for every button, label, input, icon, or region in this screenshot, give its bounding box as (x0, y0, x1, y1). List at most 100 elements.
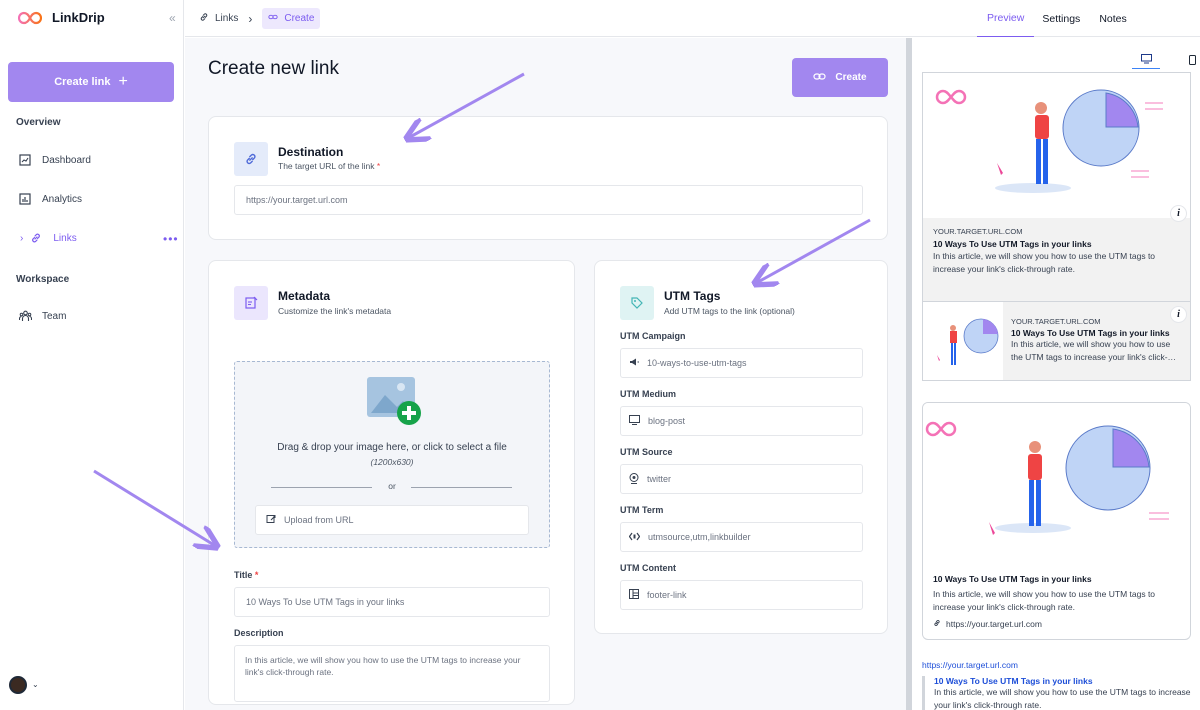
breadcrumb-links[interactable]: Links (199, 12, 238, 25)
description-label: Description (234, 628, 284, 638)
preview-card-compact: YOUR.TARGET.URL.COM 10 Ways To Use UTM T… (922, 301, 1191, 381)
sidebar-item-label: Analytics (42, 193, 83, 205)
utm-term-label: UTM Term (620, 505, 664, 515)
utm-term-input[interactable]: utmsource,utm,linkbuilder (620, 522, 863, 552)
utm-subtitle: Add UTM tags to the link (optional) (664, 306, 795, 316)
team-icon (18, 310, 32, 322)
top-bar: Links › Create Preview Settings Notes (185, 0, 1200, 37)
utm-content-label: UTM Content (620, 563, 676, 573)
link-icon (199, 12, 209, 25)
destination-card: Destination The target URL of the link *… (208, 116, 888, 240)
description-textarea[interactable]: In this article, we will show you how to… (234, 645, 550, 702)
breadcrumb-links-label: Links (215, 13, 239, 24)
preview-card-large: YOUR.TARGET.URL.COM 10 Ways To Use UTM T… (922, 72, 1191, 322)
preview-description: In this article, we will show you how to… (1011, 339, 1177, 362)
dashboard-icon (18, 154, 32, 166)
breadcrumb-current-label: Create (284, 13, 315, 24)
chevron-down-icon[interactable]: ⌄ (32, 680, 39, 689)
utm-campaign-input[interactable]: 10-ways-to-use-utm-tags (620, 348, 863, 378)
destination-link-icon (234, 142, 268, 176)
tab-notes[interactable]: Notes (1090, 0, 1135, 37)
create-button-label: Create (835, 72, 867, 83)
preview-url-row: https://your.target.url.com (933, 618, 1180, 631)
sidebar-item-dashboard[interactable]: Dashboard (18, 150, 91, 170)
preview-card-body: 10 Ways To Use UTM Tags in your links In… (923, 563, 1190, 639)
preview-card-rounded: 10 Ways To Use UTM Tags in your links In… (922, 402, 1191, 640)
tag-icon (620, 286, 654, 320)
destination-url-input[interactable]: https://your.target.url.com (234, 185, 863, 215)
overview-label: Overview (16, 117, 61, 128)
utm-medium-input[interactable]: blog-post (620, 406, 863, 436)
sidebar-item-label: Links (53, 232, 77, 244)
utm-campaign-label: UTM Campaign (620, 331, 686, 341)
desktop-view-button[interactable] (1132, 50, 1160, 69)
create-link-button[interactable]: Create link + (8, 62, 174, 102)
dropzone-text: Drag & drop your image here, or click to… (277, 442, 507, 453)
preview-title: 10 Ways To Use UTM Tags in your links (1011, 328, 1170, 338)
utm-card: UTM Tags Add UTM tags to the link (optio… (594, 260, 888, 634)
utm-source-input[interactable]: twitter (620, 464, 863, 494)
tab-settings[interactable]: Settings (1034, 0, 1090, 37)
preview-title[interactable]: 10 Ways To Use UTM Tags in your links (934, 676, 1191, 686)
preview-quote: 10 Ways To Use UTM Tags in your links In… (922, 676, 1191, 710)
preview-compact-body: YOUR.TARGET.URL.COM 10 Ways To Use UTM T… (1003, 302, 1190, 380)
utm-title: UTM Tags (664, 289, 721, 303)
sidebar-item-links[interactable]: › Links (18, 228, 77, 248)
preview-url-link[interactable]: https://your.target.url.com (922, 660, 1191, 670)
panel-tabs: Preview Settings Notes (977, 0, 1136, 37)
mobile-view-button[interactable] (1178, 50, 1200, 69)
sidebar-item-label: Team (42, 310, 67, 322)
utm-content-input[interactable]: footer-link (620, 580, 863, 610)
workspace-label: Workspace (16, 274, 70, 285)
app: LinkDrip « Create link + Overview Dashbo… (0, 0, 1200, 710)
metadata-title: Metadata (278, 289, 331, 303)
destination-title: Destination (278, 145, 344, 159)
brand-name: LinkDrip (52, 10, 105, 25)
preview-image (923, 73, 1190, 213)
logo-icon (18, 11, 42, 24)
info-icon[interactable]: i (1170, 306, 1187, 323)
tab-preview[interactable]: Preview (977, 0, 1035, 37)
preview-image (923, 403, 1190, 558)
add-image-icon (367, 377, 421, 425)
link-plus-icon (813, 72, 827, 84)
plus-icon: + (118, 73, 128, 90)
required-marker: * (376, 161, 381, 171)
preview-description: In this article, we will show you how to… (933, 251, 1156, 274)
collapse-sidebar-icon[interactable]: « (169, 11, 176, 25)
utm-campaign-value: 10-ways-to-use-utm-tags (647, 358, 747, 368)
preview-description: In this article, we will show you how to… (934, 687, 1191, 710)
preview-domain: YOUR.TARGET.URL.COM (933, 227, 1023, 236)
sidebar-item-label: Dashboard (42, 154, 91, 166)
divider (411, 487, 512, 488)
link-icon (29, 232, 43, 244)
preview-title: 10 Ways To Use UTM Tags in your links (933, 239, 1092, 249)
preview-description: In this article, we will show you how to… (933, 589, 1156, 612)
more-options-icon[interactable]: ••• (163, 232, 179, 246)
analytics-icon (18, 193, 32, 205)
sidebar-item-team[interactable]: Team (18, 306, 66, 326)
layout-icon (629, 589, 639, 601)
chevron-right-icon: › (20, 232, 24, 244)
info-icon[interactable]: i (1170, 205, 1187, 222)
create-button[interactable]: Create (792, 58, 888, 97)
title-label-text: Title (234, 570, 253, 580)
image-dropzone[interactable]: Drag & drop your image here, or click to… (234, 361, 550, 548)
link-icon (933, 618, 941, 631)
preview-text-card: https://your.target.url.com 10 Ways To U… (922, 660, 1191, 710)
chevron-right-icon: › (248, 11, 253, 26)
utm-source-value: twitter (647, 474, 672, 484)
monitor-icon (629, 415, 640, 427)
title-input-value: 10 Ways To Use UTM Tags in your links (246, 597, 405, 607)
avatar[interactable] (9, 676, 27, 694)
destination-subtitle-text: The target URL of the link (278, 161, 375, 171)
sidebar-item-analytics[interactable]: Analytics (18, 189, 82, 209)
destination-subtitle: The target URL of the link * (278, 161, 380, 171)
upload-from-url-button[interactable]: Upload from URL (255, 505, 529, 535)
page-title: Create new link (208, 58, 339, 79)
upload-icon (266, 514, 276, 526)
breadcrumb-current[interactable]: Create (262, 8, 321, 29)
brand[interactable]: LinkDrip (18, 10, 105, 25)
title-input[interactable]: 10 Ways To Use UTM Tags in your links (234, 587, 550, 617)
utm-medium-label: UTM Medium (620, 389, 676, 399)
